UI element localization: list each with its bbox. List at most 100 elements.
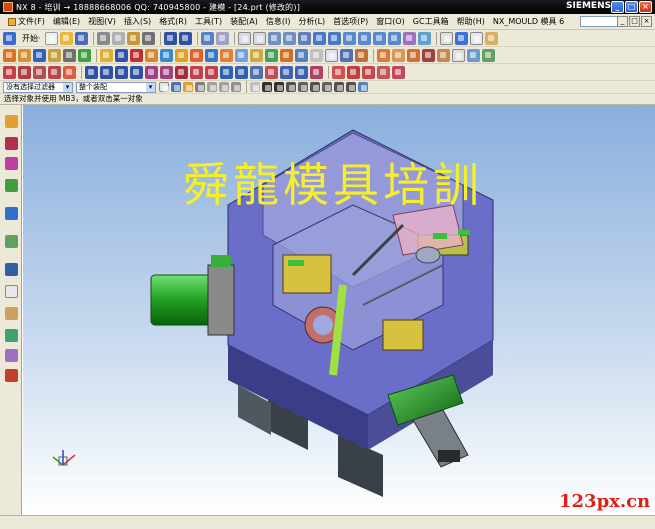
edge-select-icon[interactable] [231, 82, 241, 92]
body-select-icon[interactable] [207, 82, 217, 92]
view-front-icon[interactable] [342, 31, 356, 45]
offset-face-icon[interactable] [392, 48, 405, 62]
extract-curve-icon[interactable] [235, 65, 248, 79]
menu-help[interactable]: 帮助(H) [453, 16, 489, 27]
general-select-icon[interactable] [183, 82, 193, 92]
menu-assemblies[interactable]: 装配(A) [226, 16, 262, 27]
new-file-icon[interactable] [44, 31, 58, 45]
arc-icon[interactable] [100, 65, 113, 79]
layer-combo-arrow-icon[interactable] [454, 31, 468, 45]
rectangle-icon[interactable] [115, 65, 128, 79]
analysis-icon[interactable] [482, 48, 495, 62]
menu-edit[interactable]: 编辑(E) [49, 16, 84, 27]
work-layer-icon[interactable] [469, 31, 483, 45]
start-icon[interactable] [3, 31, 16, 45]
datum-plane-icon[interactable] [18, 65, 31, 79]
circle-icon[interactable] [130, 65, 143, 79]
text-icon[interactable] [175, 65, 188, 79]
paste-icon[interactable] [126, 31, 140, 45]
revolve-icon[interactable] [115, 48, 128, 62]
intersect-curve-icon[interactable] [220, 65, 233, 79]
snap-icon[interactable] [362, 65, 375, 79]
cone-icon[interactable] [205, 48, 218, 62]
divide-curve-icon[interactable] [295, 65, 308, 79]
replace-face-icon[interactable] [437, 48, 450, 62]
split-body-icon[interactable] [422, 48, 435, 62]
mirror-icon[interactable] [340, 48, 353, 62]
shrinkage-icon[interactable] [48, 48, 61, 62]
maximize-button[interactable]: □ [625, 1, 638, 13]
menu-format[interactable]: 格式(R) [155, 16, 191, 27]
extrude-icon[interactable] [100, 48, 113, 62]
doc-minimize-button[interactable]: _ [617, 16, 628, 27]
redo-icon[interactable] [178, 31, 192, 45]
system-scenes-icon[interactable] [5, 349, 18, 362]
pocket-icon[interactable] [160, 48, 173, 62]
datum-csys-icon[interactable] [48, 65, 61, 79]
shell-icon[interactable] [310, 48, 323, 62]
assembly-navigator-icon[interactable] [5, 115, 18, 128]
point-icon[interactable] [3, 65, 16, 79]
process-studio-icon[interactable] [5, 307, 18, 320]
undo-icon[interactable] [163, 31, 177, 45]
face-select-icon[interactable] [219, 82, 229, 92]
start-menu-button[interactable]: 开始· [22, 33, 41, 44]
snap-center-icon[interactable] [310, 82, 320, 92]
menu-tools[interactable]: 工具(T) [191, 16, 226, 27]
menu-nx-mould[interactable]: NX_MOULD 模具 6 [489, 16, 568, 27]
snap-point-icon[interactable] [250, 82, 260, 92]
join-curve-icon[interactable] [265, 65, 278, 79]
boss-icon[interactable] [145, 48, 158, 62]
snap-end-icon[interactable] [262, 82, 272, 92]
layer-icon[interactable] [439, 31, 453, 45]
intersect-icon[interactable] [265, 48, 278, 62]
analyze-curve-icon[interactable] [392, 65, 405, 79]
feature-select-icon[interactable] [195, 82, 205, 92]
layer-settings-icon[interactable] [484, 31, 498, 45]
pan-icon[interactable] [282, 31, 296, 45]
copy-icon[interactable] [111, 31, 125, 45]
doc-restore-button[interactable]: □ [629, 16, 640, 27]
pattern-icon[interactable] [355, 48, 368, 62]
cut-icon[interactable] [96, 31, 110, 45]
snap-quadrant-icon[interactable] [322, 82, 332, 92]
command-finder-input[interactable] [580, 16, 620, 27]
bridge-curve-icon[interactable] [250, 65, 263, 79]
measure-icon[interactable] [467, 48, 480, 62]
reuse-library-icon[interactable] [5, 179, 18, 192]
menu-view[interactable]: 视图(V) [84, 16, 120, 27]
datum-axis-icon[interactable] [33, 65, 46, 79]
snap-existing-icon[interactable] [334, 82, 344, 92]
view-iso-icon[interactable] [387, 31, 401, 45]
menu-analysis[interactable]: 分析(L) [294, 16, 329, 27]
curve-length-icon[interactable] [310, 65, 323, 79]
zoom-window-icon[interactable] [252, 31, 266, 45]
snap-intersect-icon[interactable] [298, 82, 308, 92]
sew-icon[interactable] [377, 48, 390, 62]
sphere-icon[interactable] [220, 48, 233, 62]
repeat-command-icon[interactable] [215, 31, 229, 45]
snap-mid-icon[interactable] [274, 82, 284, 92]
csys-icon[interactable] [33, 48, 46, 62]
snap-on-curve-icon[interactable] [346, 82, 356, 92]
menu-window[interactable]: 窗口(O) [372, 16, 409, 27]
move-face-icon[interactable] [452, 48, 465, 62]
subtract-icon[interactable] [250, 48, 263, 62]
helix-icon[interactable] [160, 65, 173, 79]
internet-explorer-icon[interactable] [5, 207, 18, 220]
edit-curve-icon[interactable] [332, 65, 345, 79]
hole-icon[interactable] [130, 48, 143, 62]
section-view-icon[interactable] [402, 31, 416, 45]
part-navigator-icon[interactable] [5, 157, 18, 170]
trim-curve-icon[interactable] [280, 65, 293, 79]
doc-close-button[interactable]: × [641, 16, 652, 27]
workpiece-icon[interactable] [63, 48, 76, 62]
shaded-icon[interactable] [312, 31, 326, 45]
palettes-icon[interactable] [5, 235, 18, 248]
system-materials-icon[interactable] [5, 285, 18, 298]
graphics-window[interactable]: 舜龍模具培訓 123px.cn [23, 105, 655, 515]
filter-reset-icon[interactable] [159, 82, 169, 92]
type-filter-select[interactable]: 没有选择过滤器 [3, 81, 73, 93]
unite-icon[interactable] [235, 48, 248, 62]
chamfer-icon[interactable] [295, 48, 308, 62]
